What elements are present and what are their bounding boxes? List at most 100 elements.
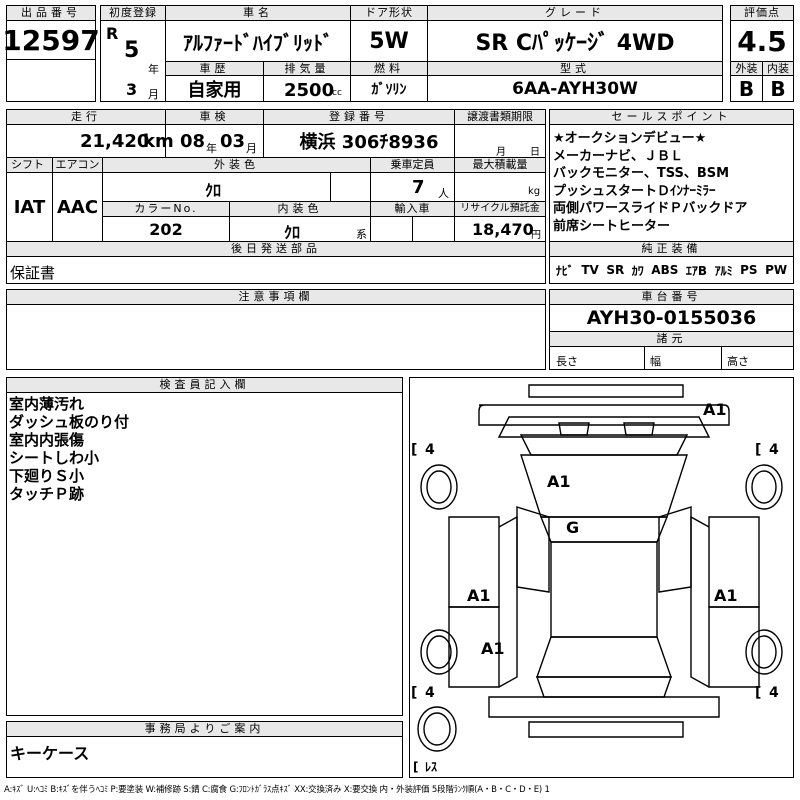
int-color-label: 内装色 xyxy=(229,201,371,217)
inspector-note: シートしわ小 xyxy=(9,449,100,467)
wheel-front-right-inner xyxy=(751,470,777,504)
damage-mark: A1 xyxy=(481,639,505,658)
plate: 横浜 306ﾁ8936 xyxy=(263,124,455,158)
era: R xyxy=(106,24,119,43)
side-sill-left xyxy=(498,515,518,688)
color-no-label: カラーNo. xyxy=(102,201,230,217)
ac: AAC xyxy=(52,172,103,242)
rear-gate xyxy=(536,676,672,698)
equipment-item: PS xyxy=(740,263,758,277)
tire-bracket-fr: [ xyxy=(755,442,761,458)
shift-label: シフト xyxy=(6,157,53,173)
grade-label: グレード xyxy=(427,5,723,21)
ext-color-label: 外装色 xyxy=(102,157,371,173)
equipment-item: TV xyxy=(581,263,599,277)
tire-score-fl: 4 xyxy=(425,442,435,458)
side-sill-right xyxy=(690,515,710,688)
shift: IAT xyxy=(6,172,53,242)
inspection-label: 車検 xyxy=(165,109,264,125)
fuel: ｶﾞｿﾘﾝ xyxy=(350,75,428,102)
spare-bracket: [ xyxy=(413,760,418,774)
reg-month: 3 xyxy=(126,80,138,99)
equipment-item: ｱﾙﾐ xyxy=(714,263,733,278)
transfer-day-unit: 日 xyxy=(530,147,540,158)
capacity-unit: 人 xyxy=(438,187,449,200)
wheel-front-left-inner xyxy=(426,470,452,504)
ext-label: 外装 xyxy=(730,61,763,76)
int-label: 内装 xyxy=(762,61,794,76)
later-parts-label: 後日発送部品 xyxy=(6,241,546,257)
insp-month: 03 xyxy=(220,131,246,152)
a-pillar-left xyxy=(516,506,550,593)
equipment-item: ﾅﾋﾞ xyxy=(555,263,574,278)
notes-label: 注意事項欄 xyxy=(6,289,546,305)
capacity-label: 乗車定員 xyxy=(370,157,455,173)
equipment-item: SR xyxy=(606,263,625,277)
wheel-rear-left-inner xyxy=(426,635,452,669)
spare-wheel-inner xyxy=(423,712,451,746)
inspector-note: 下廻りＳ小 xyxy=(9,467,85,485)
front-bumper-top xyxy=(528,384,684,398)
tire-bracket-fl: [ xyxy=(411,442,417,458)
tire-score-rl: 4 xyxy=(425,685,435,701)
int-color-unit: 系 xyxy=(356,228,367,241)
damage-mark: G xyxy=(566,518,579,537)
wheel-rear-right-inner xyxy=(751,635,777,669)
roof xyxy=(550,541,658,638)
score: 4.5 xyxy=(730,20,794,62)
cc: 2500 xyxy=(284,80,335,101)
damage-mark: A1 xyxy=(703,400,727,419)
inspector-label: 検査員記入欄 xyxy=(6,377,403,393)
plate-label: 登録番号 xyxy=(263,109,455,125)
door-type: 5W xyxy=(350,20,428,62)
damage-mark: A1 xyxy=(467,586,491,605)
load-unit: kg xyxy=(528,186,541,197)
hood xyxy=(519,434,689,456)
transfer-month-unit: 月 xyxy=(496,147,506,158)
history: 自家用 xyxy=(165,75,264,102)
front-bumper-outline xyxy=(478,404,730,426)
equipment-item: ｴｱB xyxy=(685,263,708,278)
sales-point: 前席シートヒーター xyxy=(553,218,671,234)
history-label: 車歴 xyxy=(165,61,264,76)
inspector-note: ダッシュ板のり付 xyxy=(9,413,130,431)
legend: A:ｷｽﾞ U:ﾍｺﾐ B:ｷｽﾞを伴うﾍｺﾐ P:要塗装 W:補修跡 S:錆 … xyxy=(4,785,550,795)
ext-grade: B xyxy=(730,75,763,102)
spare-label: ﾚｽ xyxy=(425,760,437,774)
import-label: 輸入車 xyxy=(370,201,455,217)
rear-bumper xyxy=(528,721,684,738)
lot-blank xyxy=(6,59,96,102)
a-pillar-right xyxy=(658,506,692,593)
import-box-1 xyxy=(370,216,413,242)
reg-year: 5 xyxy=(124,38,140,63)
score-label: 評価点 xyxy=(730,5,794,21)
lot-number: 12597 xyxy=(2,20,100,60)
transfer-label: 譲渡書類期限 xyxy=(454,109,546,125)
cc-unit: cc xyxy=(332,88,342,98)
chassis-label: 車台番号 xyxy=(549,289,794,305)
lot-number-label: 出品番号 xyxy=(6,5,96,21)
ext-color-sub xyxy=(330,172,371,202)
hood-front-edge xyxy=(497,416,711,438)
recycle: 18,470 xyxy=(472,220,534,239)
sales-point: バックモニター、TSS、BSM xyxy=(553,166,730,181)
windshield xyxy=(520,454,688,518)
equipment-label: 純正装備 xyxy=(549,241,794,257)
later-parts-box xyxy=(6,256,546,284)
equipment-item: ABS xyxy=(651,263,679,277)
reg-year-unit: 年 xyxy=(148,63,159,76)
model: 6AA-AYH30W xyxy=(427,75,723,102)
tire-bracket-rr: [ xyxy=(755,685,761,701)
sales-point: ★オークションデビュー★ xyxy=(553,131,707,146)
width-label: 幅 xyxy=(650,355,661,368)
inspector-note: タッチＰ跡 xyxy=(9,485,85,503)
int-color: ｸﾛ xyxy=(284,223,301,242)
height-label: 高さ xyxy=(727,355,749,368)
chassis-number: AYH30-0155036 xyxy=(549,304,794,332)
equipment-item: ｶﾜ xyxy=(631,263,644,278)
sales-point: プッシュスタートＤｲﾝﾅｰﾐﾗｰ xyxy=(553,183,716,199)
inspector-note: 室内内張傷 xyxy=(9,431,85,449)
inspector-notes: 室内薄汚れ ダッシュ板のり付 室内内張傷 シートしわ小 下廻りＳ小 タッチＰ跡 xyxy=(9,395,129,503)
car-diagram: A1 A1 G A1 A1 A1 [ 4 [ 4 [ 4 [ 4 [ ﾚｽ xyxy=(411,384,783,774)
color-no: 202 xyxy=(102,216,230,242)
